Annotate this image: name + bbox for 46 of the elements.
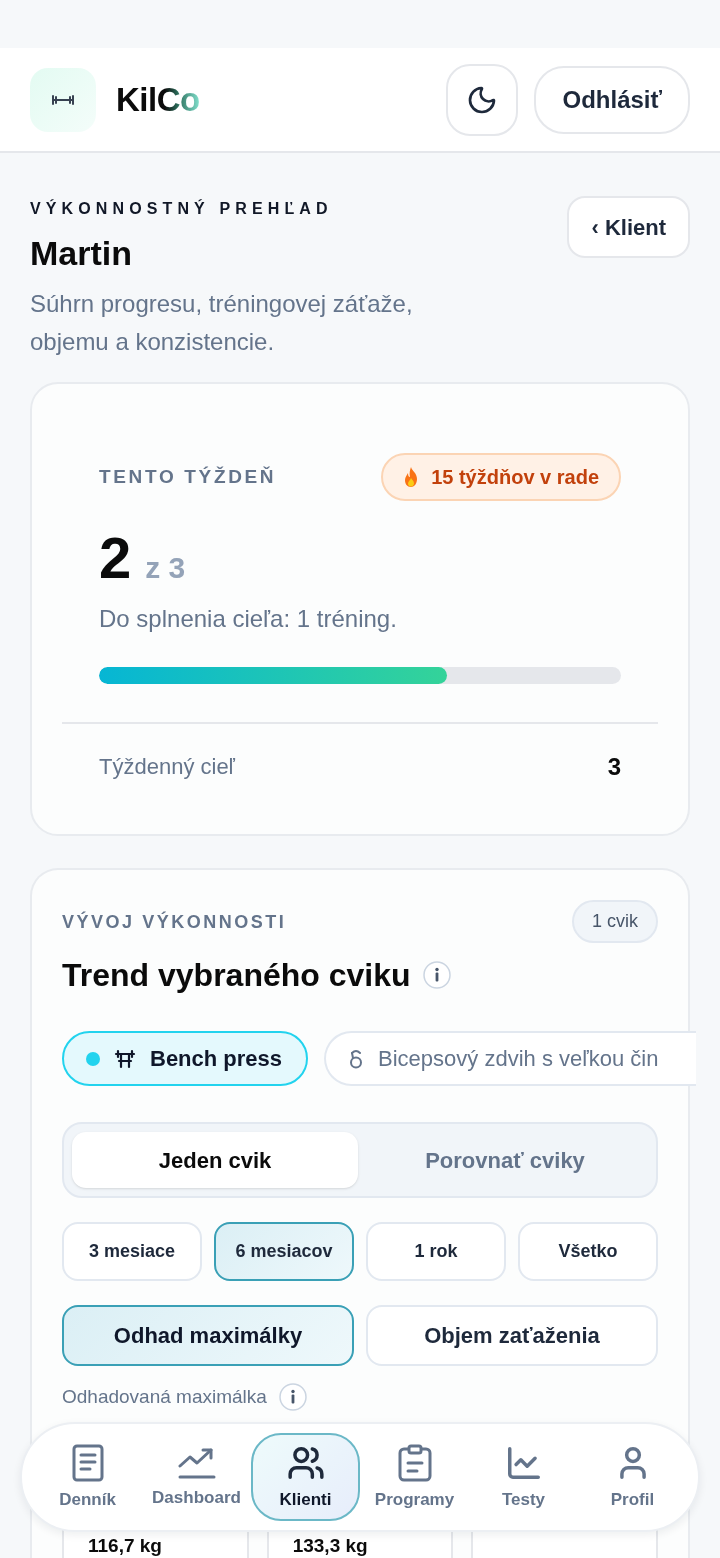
mode-tab[interactable]: Porovnať cviky — [362, 1132, 648, 1188]
metric-button[interactable]: Odhad maximálky — [62, 1305, 354, 1366]
mode-tab[interactable]: Jeden cvik — [72, 1132, 358, 1188]
section-eyebrow: VÝVOJ VÝKONNOSTI — [62, 910, 287, 934]
section-title: Trend vybraného cviku — [62, 956, 411, 995]
nav-item[interactable]: Profil — [578, 1433, 687, 1521]
period-button[interactable]: Všetko — [518, 1222, 658, 1281]
kettlebell-icon — [348, 1048, 365, 1069]
nav-item[interactable]: Testy — [469, 1433, 578, 1521]
nav-item[interactable]: Klienti — [251, 1433, 360, 1521]
goal-label: Týždenný cieľ — [99, 753, 236, 781]
users-icon — [286, 1444, 325, 1482]
trend-line-icon — [177, 1446, 216, 1480]
period-button[interactable]: 3 mesiace — [62, 1222, 202, 1281]
client-name: Martin — [30, 233, 133, 274]
goal-value: 3 — [607, 752, 621, 782]
done-count: 2 — [99, 530, 132, 586]
period-button[interactable]: 6 mesiacov — [214, 1222, 354, 1281]
nav-item[interactable]: Denník — [33, 1433, 142, 1521]
document-icon — [71, 1444, 104, 1482]
logout-button[interactable]: Odhlásiť — [534, 65, 690, 134]
theme-toggle-button[interactable] — [446, 63, 519, 136]
nav-item[interactable]: Dashboard — [142, 1433, 251, 1521]
dumbbell-icon — [30, 67, 96, 132]
metric-button[interactable]: Objem zaťaženia — [366, 1305, 658, 1366]
exercise-chip[interactable]: Bench press — [62, 1031, 309, 1086]
metric-label: Odhadovaná maximálka — [62, 1385, 267, 1409]
page-description: Súhrn progresu, tréningovej záťaže, objemu a konzistencie. — [30, 289, 414, 357]
exercise-chip[interactable]: Bicepsový zdvih s veľkou čin — [324, 1031, 696, 1086]
stat-value: 133,3 kg — [292, 1535, 369, 1557]
clipboard-icon — [397, 1444, 432, 1482]
info-icon[interactable] — [278, 1383, 307, 1411]
count-badge: 1 cvik — [572, 900, 658, 943]
nav-item[interactable]: Programy — [360, 1433, 469, 1521]
bench-icon — [114, 1048, 136, 1069]
stat-value: 116,7 kg — [88, 1535, 163, 1557]
week-label: TENTO TÝŽDEŇ — [99, 465, 277, 489]
back-button[interactable]: ‹ Klient — [567, 196, 690, 258]
streak-text: 15 týždňov v rade — [431, 465, 599, 489]
status-dot-icon — [86, 1051, 100, 1066]
flame-icon — [403, 467, 420, 487]
info-icon[interactable] — [422, 961, 451, 989]
period-button[interactable]: 1 rok — [366, 1222, 506, 1281]
remaining-text: Do splnenia cieľa: 1 tréning. — [99, 604, 398, 634]
section-eyebrow: VÝKONNOSTNÝ PREHĽAD — [30, 198, 334, 219]
goal-total: z 3 — [145, 550, 186, 586]
